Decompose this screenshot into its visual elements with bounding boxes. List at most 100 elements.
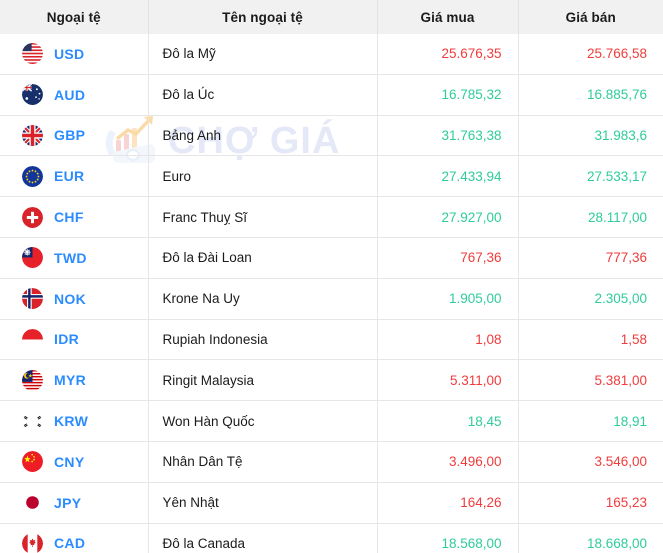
flag-cn-icon: [22, 451, 43, 472]
flag-jp-icon: [22, 492, 43, 513]
currency-name-cell: Rupiah Indonesia: [148, 319, 377, 360]
buy-price-cell: 18.568,00: [377, 523, 518, 553]
table-body: USD Đô la Mỹ25.676,3525.766,58 AUD Đô la Úc…: [0, 34, 663, 553]
flag-id-icon: [22, 329, 43, 350]
table-row[interactable]: IDR Rupiah Indonesia1,081,58: [0, 319, 663, 360]
sell-price-cell: 5.381,00: [518, 360, 663, 401]
buy-price-cell: 27.433,94: [377, 156, 518, 197]
table-row[interactable]: USD Đô la Mỹ25.676,3525.766,58: [0, 34, 663, 74]
buy-price-cell: 31.763,38: [377, 115, 518, 156]
flag-au-icon: [22, 84, 43, 105]
table-row[interactable]: NOK Krone Na Uy1.905,002.305,00: [0, 278, 663, 319]
currency-name-cell: Đô la Đài Loan: [148, 237, 377, 278]
currency-name-cell: Đô la Úc: [148, 74, 377, 115]
currency-name-cell: Krone Na Uy: [148, 278, 377, 319]
currency-code-cell: EUR: [0, 156, 148, 197]
currency-code-cell: IDR: [0, 319, 148, 360]
currency-code-cell: CAD: [0, 523, 148, 553]
table-header: Ngoại tệ Tên ngoại tệ Giá mua Giá bán: [0, 0, 663, 34]
table-header-row: Ngoại tệ Tên ngoại tệ Giá mua Giá bán: [0, 0, 663, 34]
flag-us-icon: [22, 43, 43, 64]
currency-code-cell: CHF: [0, 197, 148, 238]
buy-price-cell: 25.676,35: [377, 34, 518, 74]
currency-name-cell: Won Hàn Quốc: [148, 401, 377, 442]
sell-price-cell: 18,91: [518, 401, 663, 442]
sell-price-cell: 165,23: [518, 482, 663, 523]
currency-code-cell: KRW: [0, 401, 148, 442]
currency-name-cell: Đô la Mỹ: [148, 34, 377, 74]
currency-code-cell: TWD: [0, 237, 148, 278]
sell-price-cell: 2.305,00: [518, 278, 663, 319]
buy-price-cell: 5.311,00: [377, 360, 518, 401]
currency-code-label: CAD: [54, 535, 85, 551]
sell-price-cell: 16.885,76: [518, 74, 663, 115]
flag-kr-icon: [22, 411, 43, 432]
currency-code-cell: CNY: [0, 441, 148, 482]
flag-my-icon: [22, 370, 43, 391]
sell-price-cell: 3.546,00: [518, 441, 663, 482]
currency-code-label: JPY: [54, 495, 81, 511]
currency-code-cell: JPY: [0, 482, 148, 523]
column-header-currency-name[interactable]: Tên ngoại tệ: [148, 0, 377, 34]
buy-price-cell: 1,08: [377, 319, 518, 360]
sell-price-cell: 27.533,17: [518, 156, 663, 197]
flag-gb-icon: [22, 125, 43, 146]
currency-code-label: USD: [54, 46, 84, 62]
sell-price-cell: 31.983,6: [518, 115, 663, 156]
sell-price-cell: 777,36: [518, 237, 663, 278]
currency-code-cell: USD: [0, 34, 148, 74]
sell-price-cell: 18.668,00: [518, 523, 663, 553]
currency-code-label: GBP: [54, 127, 85, 143]
buy-price-cell: 18,45: [377, 401, 518, 442]
exchange-rate-table-container: CHỢ GIÁ Ngoại tệ Tên ngoại tệ Giá mua Gi…: [0, 0, 663, 553]
column-header-sell-price[interactable]: Giá bán: [518, 0, 663, 34]
currency-name-cell: Đô la Canada: [148, 523, 377, 553]
table-row[interactable]: JPY Yên Nhật164,26165,23: [0, 482, 663, 523]
table-row[interactable]: AUD Đô la Úc16.785,3216.885,76: [0, 74, 663, 115]
currency-code-label: NOK: [54, 291, 86, 307]
currency-name-cell: Bảng Anh: [148, 115, 377, 156]
table-row[interactable]: TWD Đô la Đài Loan767,36777,36: [0, 237, 663, 278]
flag-tw-icon: [22, 247, 43, 268]
table-row[interactable]: KRW Won Hàn Quốc18,4518,91: [0, 401, 663, 442]
currency-code-cell: GBP: [0, 115, 148, 156]
buy-price-cell: 164,26: [377, 482, 518, 523]
flag-no-icon: [22, 288, 43, 309]
flag-ca-icon: [22, 533, 43, 553]
currency-code-cell: NOK: [0, 278, 148, 319]
currency-code-label: AUD: [54, 87, 85, 103]
currency-code-label: EUR: [54, 168, 84, 184]
flag-ch-icon: [22, 207, 43, 228]
buy-price-cell: 1.905,00: [377, 278, 518, 319]
currency-code-label: KRW: [54, 413, 88, 429]
table-row[interactable]: CAD Đô la Canada18.568,0018.668,00: [0, 523, 663, 553]
sell-price-cell: 1,58: [518, 319, 663, 360]
currency-code-label: TWD: [54, 250, 87, 266]
buy-price-cell: 3.496,00: [377, 441, 518, 482]
currency-name-cell: Franc Thuỵ Sĩ: [148, 197, 377, 238]
table-row[interactable]: EUR Euro27.433,9427.533,17: [0, 156, 663, 197]
flag-eu-icon: [22, 166, 43, 187]
buy-price-cell: 27.927,00: [377, 197, 518, 238]
table-row[interactable]: CHF Franc Thuỵ Sĩ27.927,0028.117,00: [0, 197, 663, 238]
currency-name-cell: Nhân Dân Tệ: [148, 441, 377, 482]
table-row[interactable]: CNY Nhân Dân Tệ3.496,003.546,00: [0, 441, 663, 482]
currency-name-cell: Yên Nhật: [148, 482, 377, 523]
sell-price-cell: 25.766,58: [518, 34, 663, 74]
currency-name-cell: Euro: [148, 156, 377, 197]
sell-price-cell: 28.117,00: [518, 197, 663, 238]
table-row[interactable]: GBP Bảng Anh31.763,3831.983,6: [0, 115, 663, 156]
currency-name-cell: Ringit Malaysia: [148, 360, 377, 401]
currency-code-label: CNY: [54, 454, 84, 470]
currency-code-cell: MYR: [0, 360, 148, 401]
table-row[interactable]: MYR Ringit Malaysia5.311,005.381,00: [0, 360, 663, 401]
column-header-currency[interactable]: Ngoại tệ: [0, 0, 148, 34]
exchange-rate-table: Ngoại tệ Tên ngoại tệ Giá mua Giá bán US…: [0, 0, 663, 553]
currency-code-label: CHF: [54, 209, 84, 225]
buy-price-cell: 767,36: [377, 237, 518, 278]
currency-code-cell: AUD: [0, 74, 148, 115]
column-header-buy-price[interactable]: Giá mua: [377, 0, 518, 34]
buy-price-cell: 16.785,32: [377, 74, 518, 115]
currency-code-label: MYR: [54, 372, 86, 388]
currency-code-label: IDR: [54, 331, 79, 347]
